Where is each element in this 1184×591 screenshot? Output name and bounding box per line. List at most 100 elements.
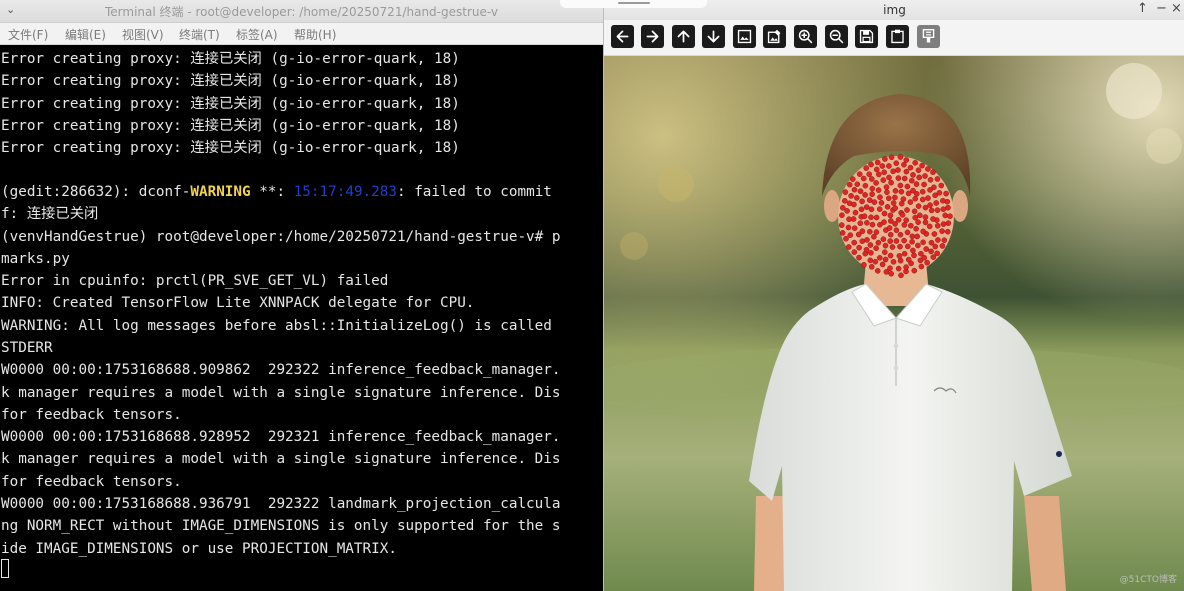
landmark-point <box>872 258 879 265</box>
terminal-line: Error creating proxy: 连接已关闭 (g-io-error-… <box>1 51 460 67</box>
landmark-point <box>927 187 933 193</box>
landmark-point <box>884 189 890 195</box>
menu-edit[interactable]: 编辑(E) <box>65 26 106 43</box>
landmark-point <box>887 231 894 238</box>
landmark-point <box>908 177 915 184</box>
landmark-point <box>875 187 882 193</box>
menu-file[interactable]: 文件(F) <box>8 26 48 43</box>
landmark-point <box>868 161 874 168</box>
landmark-point <box>912 160 919 166</box>
terminal-window: ⌄ Terminal 终端 - root@developer: /home/20… <box>0 0 603 591</box>
landmark-point <box>876 206 883 212</box>
image-icon[interactable] <box>733 25 756 48</box>
terminal-menubar: 文件(F) 编辑(E) 视图(V) 终端(T) 标签(A) 帮助(H) <box>0 23 603 45</box>
watermark-text: @51CTO博客 <box>1119 575 1177 585</box>
landmark-point <box>879 261 886 268</box>
landmark-point <box>930 254 937 260</box>
terminal-line: ide IMAGE_DIMENSIONS or use PROJECTION_M… <box>1 541 397 557</box>
forward-icon[interactable] <box>641 25 664 48</box>
landmark-point <box>930 169 936 175</box>
up-icon[interactable] <box>672 25 695 48</box>
menu-help[interactable]: 帮助(H) <box>294 26 336 43</box>
landmark-point <box>910 247 916 254</box>
landmark-point <box>876 254 883 261</box>
landmark-point <box>919 188 926 195</box>
landmark-point <box>868 214 874 221</box>
landmark-point <box>875 171 882 178</box>
terminal-output[interactable]: Error creating proxy: 连接已关闭 (g-io-error-… <box>0 45 603 591</box>
terminal-line: ng NORM_RECT without IMAGE_DIMENSIONS is… <box>1 518 561 534</box>
menu-tabs[interactable]: 标签(A) <box>236 26 278 43</box>
back-icon[interactable] <box>611 25 634 48</box>
landmark-point <box>919 196 926 203</box>
landmark-point <box>924 259 930 266</box>
displayed-image[interactable] <box>604 56 1184 591</box>
landmark-point <box>892 194 898 201</box>
landmark-point <box>943 190 949 197</box>
minimize-icon[interactable]: − <box>1156 1 1167 16</box>
terminal-titlebar[interactable]: ⌄ Terminal 终端 - root@developer: /home/20… <box>0 0 603 23</box>
landmark-point <box>890 200 897 206</box>
terminal-line: INFO: Created TensorFlow Lite XNNPACK de… <box>1 295 475 311</box>
landmark-point <box>913 225 919 232</box>
landmark-point <box>923 246 930 252</box>
landmark-point <box>887 212 894 219</box>
viewer-toolbar <box>604 20 1184 56</box>
landmark-point <box>884 203 891 210</box>
terminal-line: for feedback tensors. <box>1 407 182 423</box>
menu-terminal[interactable]: 终端(T) <box>179 26 220 43</box>
landmark-point <box>873 166 880 173</box>
landmark-point <box>886 174 892 181</box>
zoom-in-icon[interactable] <box>794 25 817 48</box>
landmark-point <box>879 163 886 169</box>
landmark-point <box>861 261 867 268</box>
landmark-point <box>893 238 900 244</box>
close-icon[interactable]: × <box>1171 1 1182 16</box>
terminal-line: W0000 00:00:1753168688.909862 292322 inf… <box>1 362 561 378</box>
landmark-point <box>863 204 870 210</box>
down-icon[interactable] <box>702 25 725 48</box>
landmark-point <box>881 219 887 225</box>
landmark-point <box>887 238 894 244</box>
landmark-point <box>897 182 904 189</box>
landmark-point <box>874 159 881 166</box>
landmark-point <box>887 265 893 271</box>
landmark-point <box>901 161 907 168</box>
landmark-point <box>863 165 870 171</box>
properties-icon[interactable] <box>917 25 940 48</box>
landmark-point <box>881 169 888 176</box>
landmark-point <box>868 206 875 213</box>
landmark-point <box>939 243 946 249</box>
landmark-point <box>854 181 861 187</box>
landmark-point <box>871 199 878 205</box>
landmark-point <box>944 228 951 235</box>
landmark-point <box>856 171 863 177</box>
menu-view[interactable]: 视图(V) <box>122 26 164 43</box>
landmark-point <box>850 216 857 222</box>
pin-icon[interactable]: ↑ <box>1137 1 1148 16</box>
landmark-point <box>928 239 935 246</box>
landmark-point <box>861 213 868 219</box>
landmark-point <box>907 164 914 171</box>
clipboard-icon[interactable] <box>886 25 909 48</box>
landmark-point <box>940 206 947 212</box>
warning-mid: **: <box>250 184 294 200</box>
landmark-point <box>945 220 952 226</box>
top-panel-handle[interactable] <box>560 0 707 8</box>
landmark-point <box>903 264 909 270</box>
landmark-point <box>914 233 921 240</box>
landmark-point <box>857 220 864 226</box>
landmark-point <box>878 199 885 206</box>
terminal-cursor <box>1 559 9 578</box>
landmark-point <box>904 207 910 213</box>
landmark-point <box>922 204 929 211</box>
warning-level: WARNING <box>190 184 251 200</box>
save-icon[interactable] <box>855 25 878 48</box>
landmark-point <box>915 219 921 225</box>
landmark-point <box>868 249 874 256</box>
landmark-point <box>875 239 882 246</box>
zoom-out-icon[interactable] <box>825 25 848 48</box>
landmark-point <box>907 199 914 205</box>
image-edit-icon[interactable] <box>763 25 786 48</box>
landmark-point <box>856 244 862 251</box>
